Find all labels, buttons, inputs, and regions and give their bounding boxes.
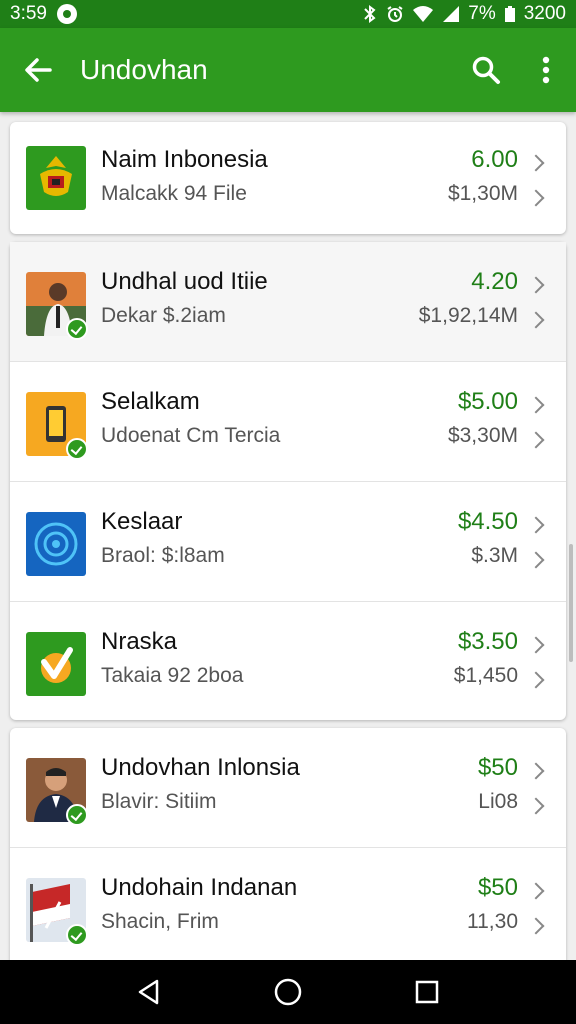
item-name: Undhal uod Itiie <box>101 268 268 295</box>
chevron-right-icon <box>527 551 545 569</box>
bluetooth-icon <box>364 5 376 23</box>
search-icon <box>472 56 500 84</box>
item-name: Keslaar <box>101 508 183 535</box>
item-price: $5.00 <box>457 388 518 415</box>
app-bar: Undovhan <box>0 28 576 112</box>
alarm-icon <box>387 6 403 22</box>
more-options-button[interactable] <box>516 28 576 112</box>
item-subtitle: Malcakk 94 File <box>101 182 247 205</box>
chevron-right-icon <box>527 797 545 815</box>
back-button[interactable] <box>0 28 76 112</box>
item-value: 11,30 <box>467 910 518 933</box>
list-item[interactable]: Undohain Indanan Shacin, Frim $50 11,30 <box>10 848 566 960</box>
chevron-right-icon <box>527 154 545 172</box>
status-bar: 3:59 7% 3200 <box>0 0 576 28</box>
list-item[interactable]: Nraska Takaia 92 2boa $3.50 $1,450 <box>10 602 566 720</box>
item-value: Li08 <box>478 790 518 813</box>
verified-badge-icon <box>66 924 88 946</box>
nav-home-icon <box>274 978 302 1006</box>
chevron-right-icon <box>527 276 545 294</box>
list-item[interactable]: Undovhan Inlonsia Blavir: Sitiim $50 Li0… <box>10 728 566 848</box>
item-price: $4.50 <box>457 508 518 535</box>
list-item[interactable]: Naim Inbonesia Malcakk 94 File 6.00 $1,3… <box>10 122 566 234</box>
item-price: $50 <box>477 754 518 781</box>
bottom-card: Undovhan Inlonsia Blavir: Sitiim $50 Li0… <box>10 728 566 960</box>
item-value: $1,450 <box>453 664 518 687</box>
list-item[interactable]: Undhal uod Itiie Dekar $.2iam 4.20 $1,92… <box>10 242 566 362</box>
chevron-right-icon <box>527 431 545 449</box>
nav-recents-icon <box>415 980 438 1004</box>
chevron-right-icon <box>527 882 545 900</box>
item-value: $1,30M <box>447 182 518 205</box>
nav-back-icon <box>139 979 159 1005</box>
item-price: 4.20 <box>471 268 518 295</box>
main-card: Undhal uod Itiie Dekar $.2iam 4.20 $1,92… <box>10 242 566 720</box>
verified-badge-icon <box>66 318 88 340</box>
verified-badge-icon <box>66 438 88 460</box>
nav-recents-button[interactable] <box>397 962 457 1022</box>
top-card: Naim Inbonesia Malcakk 94 File 6.00 $1,3… <box>10 122 566 234</box>
search-button[interactable] <box>456 28 516 112</box>
signal-icon <box>443 6 460 22</box>
list-item[interactable]: Selalkam Udoenat Cm Tercia $5.00 $3,30M <box>10 362 566 482</box>
wifi-icon <box>413 6 434 22</box>
arrow-back-icon <box>25 58 52 82</box>
chevron-right-icon <box>527 636 545 654</box>
item-subtitle: Dekar $.2iam <box>101 304 226 327</box>
item-name: Nraska <box>101 628 178 655</box>
item-name: Naim Inbonesia <box>101 146 268 173</box>
item-value: $3,30M <box>447 424 518 447</box>
item-subtitle: Shacin, Frim <box>101 910 219 933</box>
item-price: $50 <box>477 874 518 901</box>
verified-badge-icon <box>66 804 88 826</box>
item-subtitle: Braol: $:l8am <box>101 544 225 567</box>
shield-check-icon <box>26 632 86 696</box>
scrollbar[interactable] <box>569 544 573 662</box>
item-subtitle: Blavir: Sitiim <box>101 790 217 813</box>
item-name: Undovhan Inlonsia <box>101 754 300 781</box>
nav-home-button[interactable] <box>258 962 318 1022</box>
emblem-icon <box>26 146 86 210</box>
chevron-right-icon <box>527 396 545 414</box>
status-time: 3:59 <box>10 3 47 24</box>
nav-back-button[interactable] <box>119 962 179 1022</box>
chevron-right-icon <box>527 311 545 329</box>
item-value: $1,92,14M <box>418 304 518 327</box>
chevron-right-icon <box>527 189 545 207</box>
item-name: Selalkam <box>101 388 200 415</box>
battery-icon <box>504 6 515 22</box>
item-value: $.3M <box>471 544 518 567</box>
item-price: $3.50 <box>457 628 518 655</box>
item-subtitle: Takaia 92 2boa <box>101 664 244 687</box>
item-list: Naim Inbonesia Malcakk 94 File 6.00 $1,3… <box>0 112 576 960</box>
item-subtitle: Udoenat Cm Tercia <box>101 424 281 447</box>
chevron-right-icon <box>527 671 545 689</box>
system-nav-bar <box>0 960 576 1024</box>
chevron-right-icon <box>527 762 545 780</box>
status-extra-text: 3200 <box>523 3 566 24</box>
chevron-right-icon <box>527 917 545 935</box>
page-title: Undovhan <box>80 54 208 85</box>
battery-percent: 7% <box>468 3 496 24</box>
chevron-right-icon <box>527 516 545 534</box>
radar-icon <box>26 512 86 576</box>
list-item[interactable]: Keslaar Braol: $:l8am $4.50 $.3M <box>10 482 566 602</box>
notification-dot-icon <box>56 4 77 24</box>
item-name: Undohain Indanan <box>101 874 298 901</box>
more-vert-icon <box>542 56 550 84</box>
item-price: 6.00 <box>471 146 518 173</box>
